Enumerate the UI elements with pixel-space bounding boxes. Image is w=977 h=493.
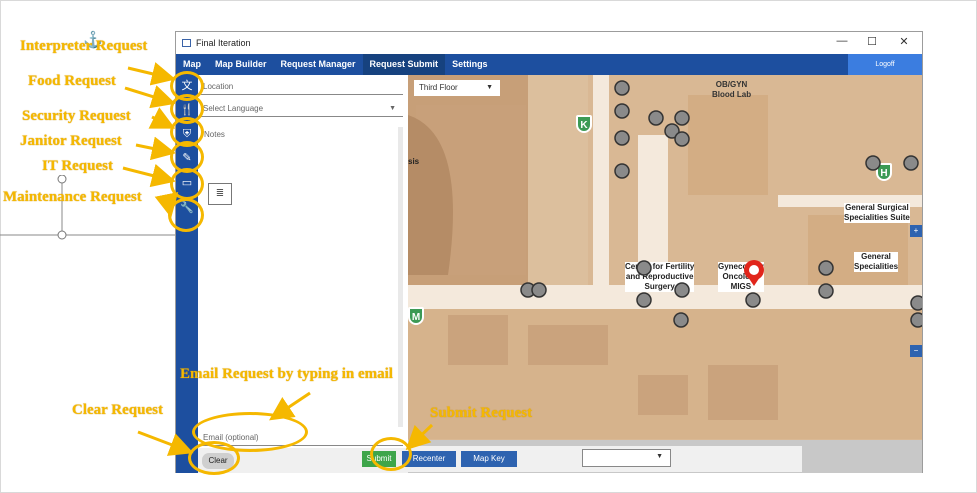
annotation-clear: Clear Request: [72, 402, 163, 418]
annotation-it: IT Request: [42, 158, 113, 174]
annotation-email: Email Request by typing in email: [180, 366, 393, 382]
annotation-submit: Submit Request: [430, 405, 533, 421]
annotation-security: Security Request: [22, 108, 131, 124]
annotation-janitor: Janitor Request: [20, 133, 122, 149]
annotation-food: Food Request: [28, 73, 116, 89]
annotation-maintenance: Maintenance Request: [3, 189, 142, 205]
annotation-interpreter: Interpreter Request: [20, 38, 148, 54]
